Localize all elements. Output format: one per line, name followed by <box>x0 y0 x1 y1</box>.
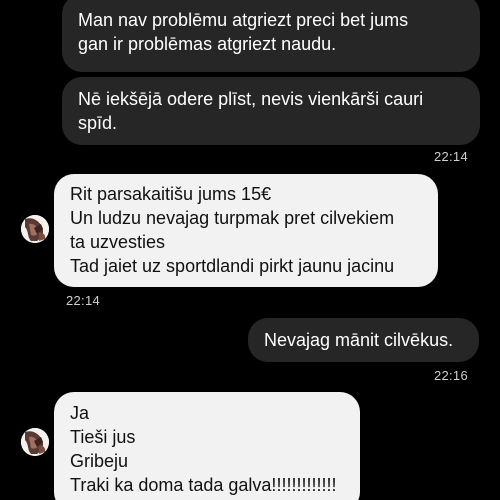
message-line: gan ir problēmas atgriezt naudu. <box>78 34 337 54</box>
avatar-image-icon <box>21 428 49 456</box>
message-line: Man nav problēmu atgriezt preci bet jums <box>78 10 409 30</box>
message-line: Tieši jus <box>70 427 136 447</box>
message-line: Ja <box>70 403 90 423</box>
avatar-image-icon <box>21 215 49 243</box>
message-line: ta uzvesties <box>70 232 166 252</box>
contact-avatar[interactable] <box>21 215 49 243</box>
outgoing-message-bubble[interactable]: Man nav problēmu atgriezt preci bet jums… <box>62 0 480 72</box>
message-line: Un ludzu nevajag turpmak pret cilvekiem <box>70 208 395 228</box>
message-line: Nē iekšējā odere plīst, nevis vienkārši … <box>78 89 424 109</box>
message-timestamp: 22:14 <box>66 293 101 308</box>
message-line: Rit parsakaitišu jums 15€ <box>70 184 272 204</box>
message-line: Traki ka doma tada galva!!!!!!!!!!!!! <box>70 475 337 495</box>
incoming-message-bubble[interactable]: Rit parsakaitišu jums 15€ Un ludzu nevaj… <box>54 174 438 287</box>
message-line: Nevajag mānit cilvēkus. <box>264 330 454 350</box>
message-timestamp: 22:16 <box>433 368 468 383</box>
contact-avatar[interactable] <box>21 428 49 456</box>
message-line: Gribeju <box>70 451 129 471</box>
incoming-message-bubble[interactable]: Ja Tieši jus Gribeju Traki ka doma tada … <box>54 392 360 500</box>
outgoing-message-bubble[interactable]: Nē iekšējā odere plīst, nevis vienkārši … <box>62 77 480 145</box>
message-timestamp: 22:14 <box>433 149 468 164</box>
message-line: spīd. <box>78 113 118 133</box>
message-line: Tad jaiet uz sportdlandi pirkt jaunu jac… <box>70 256 395 276</box>
outgoing-message-bubble[interactable]: Nevajag mānit cilvēkus. <box>248 318 479 362</box>
